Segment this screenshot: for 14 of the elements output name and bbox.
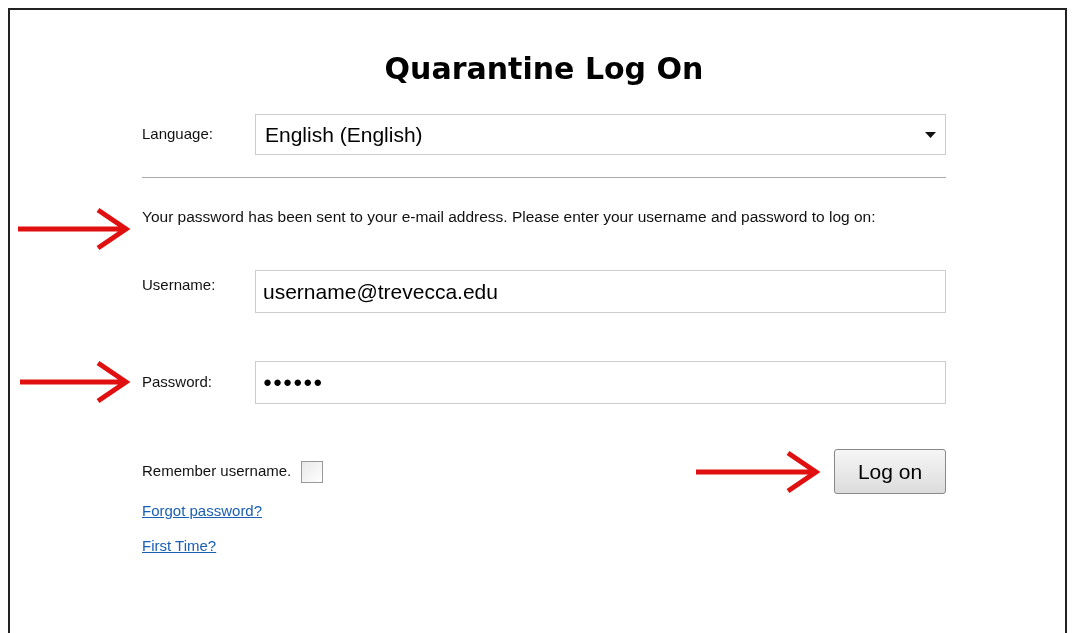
dropdown-caret-icon	[925, 131, 936, 138]
log-on-button[interactable]: Log on	[834, 449, 946, 494]
page-title: Quarantine Log On	[383, 50, 705, 88]
username-label: Username:	[142, 275, 217, 295]
remember-label: Remember username.	[142, 461, 292, 482]
language-label: Language:	[142, 124, 214, 145]
password-field[interactable]: ●●●●●●	[255, 361, 946, 404]
text-link[interactable]: Forgot password?	[142, 500, 263, 523]
text-link[interactable]: First Time?	[142, 534, 217, 557]
language-dropdown[interactable]: English (English)	[255, 114, 946, 155]
info-message: Your password has been sent to your e-mail address. Please enter your username and password to log on:	[142, 207, 877, 227]
username-field[interactable]: username@trevecca.edu	[255, 270, 946, 313]
remember-checkbox[interactable]	[301, 460, 324, 483]
password-label: Password:	[142, 372, 214, 393]
